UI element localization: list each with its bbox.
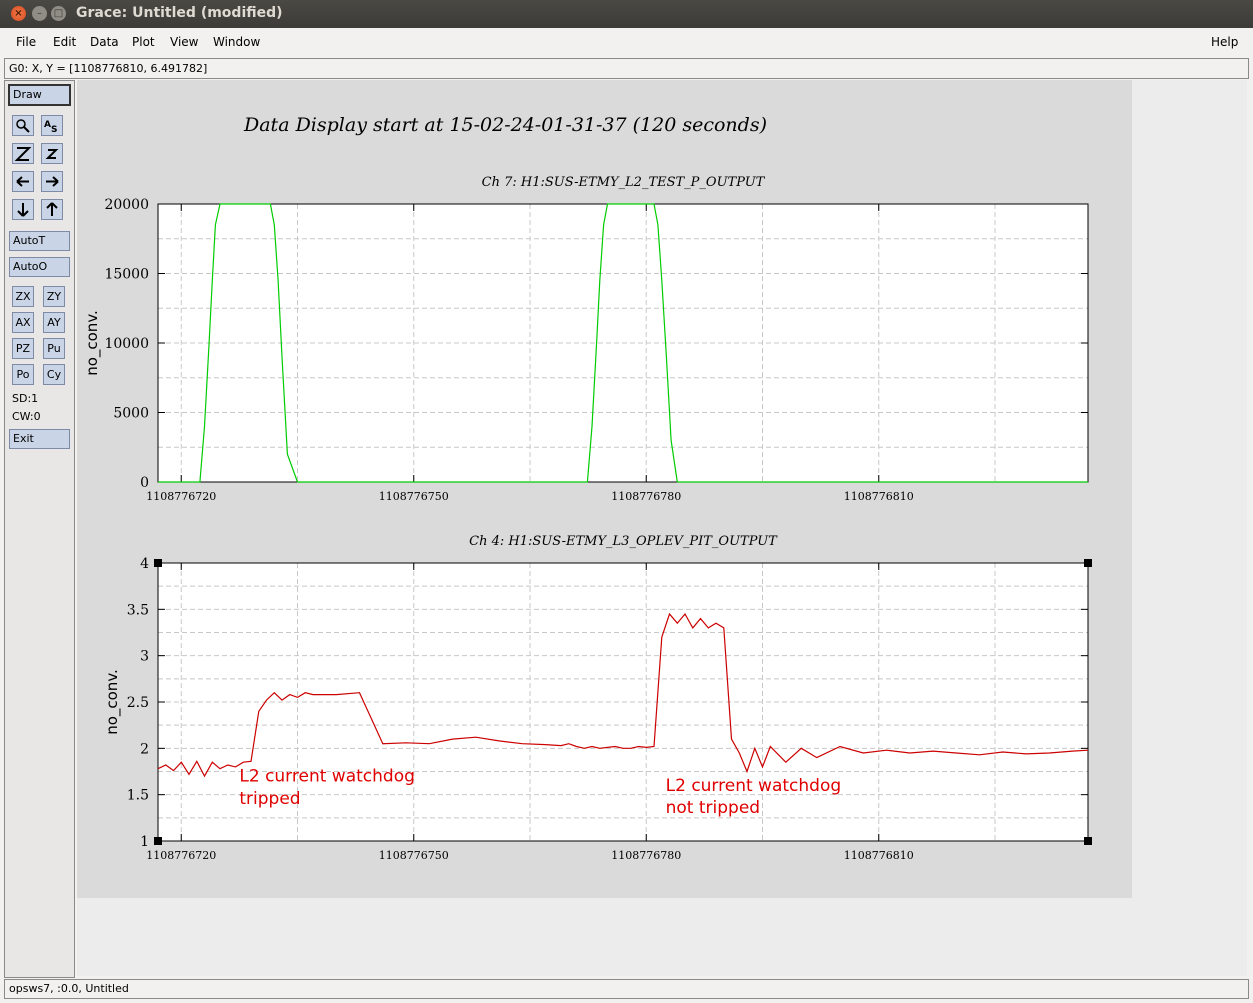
y-axis-label-0: no_conv. xyxy=(83,310,102,376)
x-tick-label: 1108776810 xyxy=(844,849,914,862)
x-tick-label: 1108776720 xyxy=(146,490,216,503)
status-bar: opsws7, :0.0, Untitled xyxy=(4,979,1249,999)
x-tick-label: 1108776810 xyxy=(844,490,914,503)
autoo-button[interactable]: AutoO xyxy=(9,257,70,277)
right-arrow-icon xyxy=(46,176,59,187)
minimize-button[interactable]: – xyxy=(32,6,47,21)
zoom-in-button[interactable] xyxy=(12,143,34,164)
menu-bar: File Edit Data Plot View Window Help xyxy=(0,28,1253,56)
sd-label: SD:1 xyxy=(12,392,39,405)
plot-canvas[interactable]: Data Display start at 15-02-24-01-31-37 … xyxy=(77,80,1132,898)
y-tick-label: 2 xyxy=(140,741,149,757)
x-tick-label: 1108776720 xyxy=(146,849,216,862)
title-bar: × – □ Grace: Untitled (modified) xyxy=(0,0,1253,28)
x-tick-label: 1108776750 xyxy=(379,490,449,503)
selection-handle xyxy=(1084,559,1092,567)
y-tick-label: 20000 xyxy=(104,197,149,213)
svg-text:S: S xyxy=(51,125,57,135)
x-tick-label: 1108776780 xyxy=(611,849,681,862)
x-tick-label: 1108776750 xyxy=(379,849,449,862)
menu-help[interactable]: Help xyxy=(1211,35,1238,49)
y-tick-label: 1 xyxy=(140,834,149,850)
up-arrow-icon xyxy=(46,202,58,216)
ay-button[interactable]: AY xyxy=(43,312,65,333)
window-title: Grace: Untitled (modified) xyxy=(76,5,283,21)
menu-edit[interactable]: Edit xyxy=(53,35,76,49)
canvas-area[interactable]: Data Display start at 15-02-24-01-31-37 … xyxy=(77,80,1247,976)
pz-button[interactable]: PZ xyxy=(12,338,34,359)
status-text: opsws7, :0.0, Untitled xyxy=(9,982,129,995)
autot-button[interactable]: AutoT xyxy=(9,231,70,251)
y-tick-label: 3.5 xyxy=(127,602,149,618)
main-title: Data Display start at 15-02-24-01-31-37 … xyxy=(243,114,767,136)
pu-button[interactable]: Pu xyxy=(43,338,65,359)
down-arrow-icon xyxy=(17,203,29,217)
annotation-text: not tripped xyxy=(666,798,760,818)
menu-file[interactable]: File xyxy=(16,35,36,49)
po-button[interactable]: Po xyxy=(12,364,34,385)
x-tick-label: 1108776780 xyxy=(611,490,681,503)
y-tick-label: 5000 xyxy=(113,406,149,422)
menu-data[interactable]: Data xyxy=(90,35,119,49)
zoom-out-button[interactable] xyxy=(41,143,63,164)
zoom-in-icon xyxy=(14,147,32,161)
selection-handle xyxy=(154,837,162,845)
y-tick-label: 0 xyxy=(140,475,149,491)
y-tick-label: 1.5 xyxy=(127,788,149,804)
tool-panel: Draw AS AutoT AutoO ZX ZY AX AY PZ Pu Po… xyxy=(4,80,75,978)
menu-view[interactable]: View xyxy=(170,35,198,49)
scroll-down-button[interactable] xyxy=(12,199,34,220)
y-tick-label: 4 xyxy=(140,556,149,572)
left-arrow-icon xyxy=(16,176,29,187)
zoom-icon xyxy=(16,119,30,133)
menu-window[interactable]: Window xyxy=(213,35,260,49)
scroll-right-button[interactable] xyxy=(41,171,63,192)
zoom-button[interactable] xyxy=(12,115,34,136)
zx-button[interactable]: ZX xyxy=(12,286,34,307)
zy-button[interactable]: ZY xyxy=(43,286,65,307)
close-button[interactable]: × xyxy=(11,6,26,21)
y-axis-label-1: no_conv. xyxy=(103,669,122,735)
scroll-up-button[interactable] xyxy=(41,199,63,220)
annotation-text: L2 current watchdog xyxy=(666,776,842,796)
autoscale-text-button[interactable]: AS xyxy=(41,115,63,136)
annotation-text: tripped xyxy=(239,789,300,809)
zoom-out-icon xyxy=(45,149,59,159)
plot-svg: Data Display start at 15-02-24-01-31-37 … xyxy=(83,114,1092,862)
scroll-left-button[interactable] xyxy=(12,171,34,192)
y-tick-label: 15000 xyxy=(104,267,149,283)
locator-readout: G0: X, Y = [1108776810, 6.491782] xyxy=(9,62,208,75)
ax-button[interactable]: AX xyxy=(12,312,34,333)
draw-button[interactable]: Draw xyxy=(8,84,71,106)
maximize-button[interactable]: □ xyxy=(51,6,66,21)
menu-plot[interactable]: Plot xyxy=(132,35,155,49)
y-tick-label: 10000 xyxy=(104,336,149,352)
cy-button[interactable]: Cy xyxy=(43,364,65,385)
selection-handle xyxy=(1084,837,1092,845)
svg-text:A: A xyxy=(44,120,51,130)
cw-label: CW:0 xyxy=(12,410,41,423)
locator-bar: G0: X, Y = [1108776810, 6.491782] xyxy=(4,58,1249,79)
autoscale-text-icon: AS xyxy=(44,120,57,135)
y-tick-label: 2.5 xyxy=(127,695,149,711)
selection-handle xyxy=(154,559,162,567)
chart-title-1: Ch 4: H1:SUS-ETMY_L3_OPLEV_PIT_OUTPUT xyxy=(469,534,778,549)
annotation-text: L2 current watchdog xyxy=(239,767,415,787)
y-tick-label: 3 xyxy=(140,649,149,665)
exit-button[interactable]: Exit xyxy=(9,429,70,449)
chart-title-0: Ch 7: H1:SUS-ETMY_L2_TEST_P_OUTPUT xyxy=(482,175,766,190)
